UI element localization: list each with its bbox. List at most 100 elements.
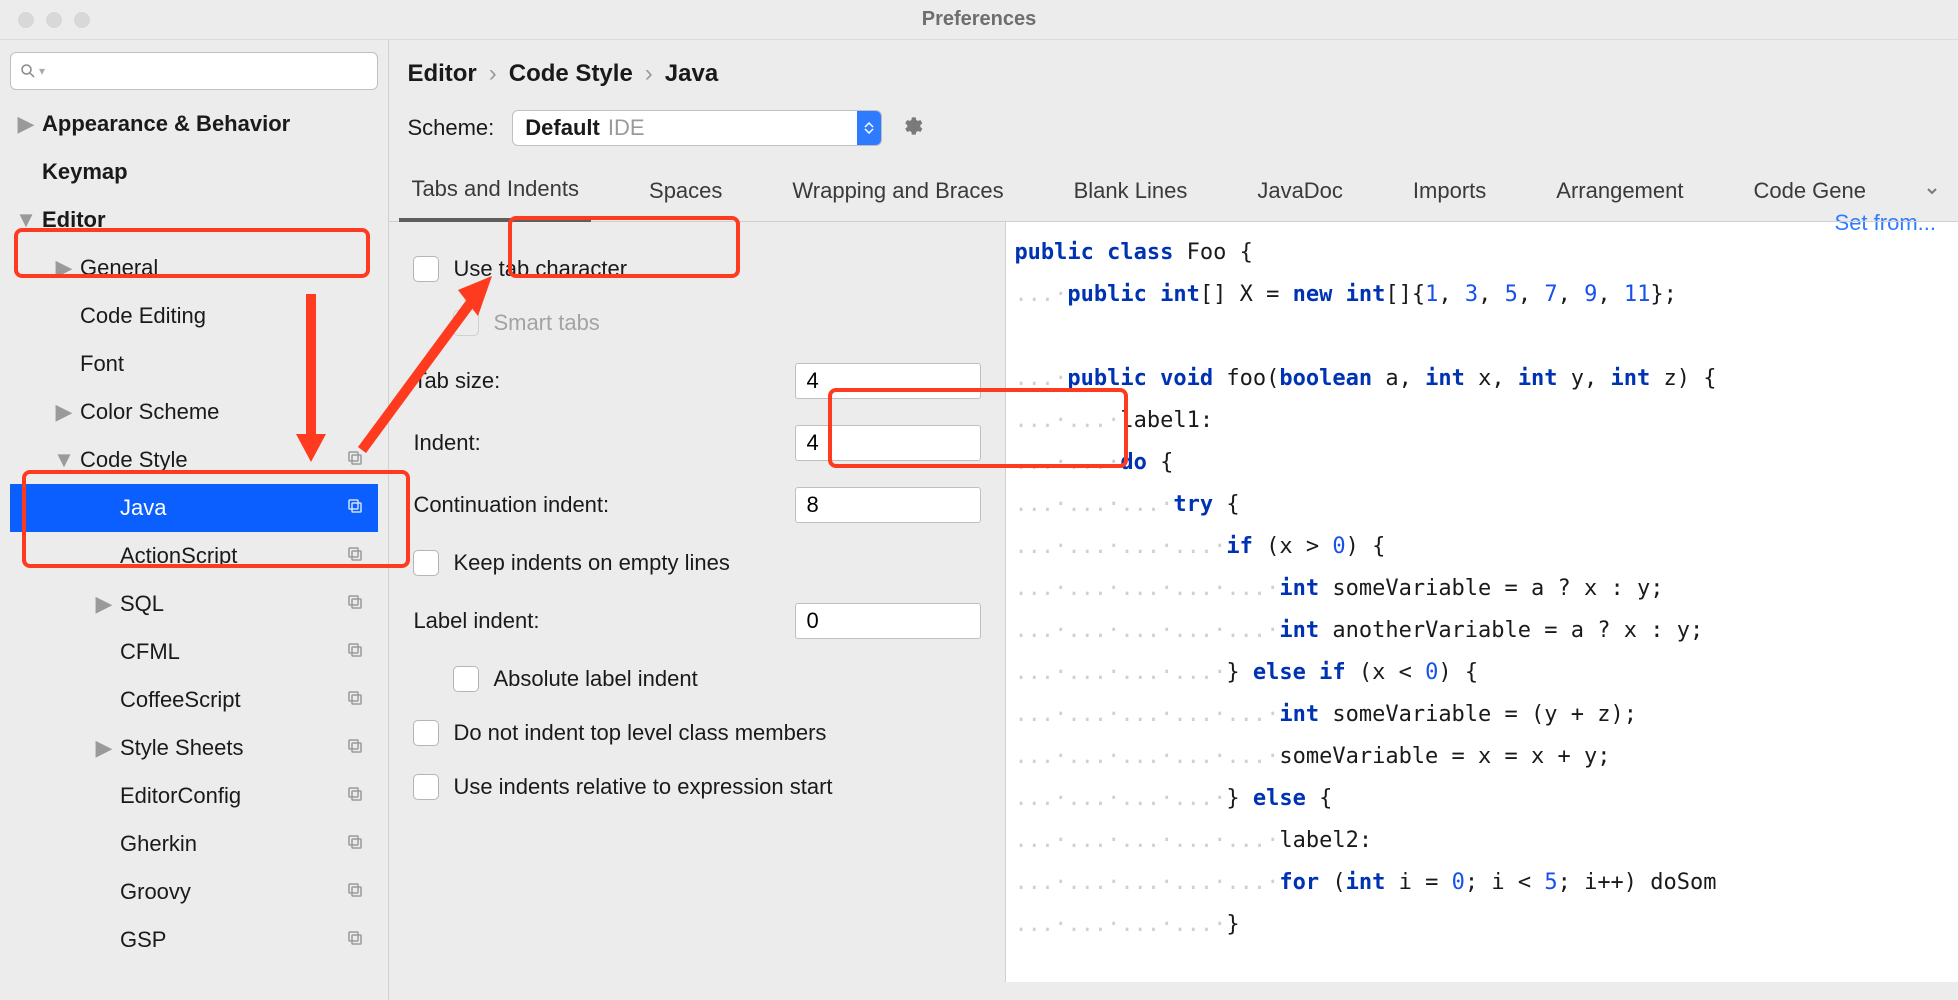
checkbox-label: Smart tabs (493, 310, 599, 336)
tab-javadoc[interactable]: JavaDoc (1245, 164, 1355, 220)
tabs-overflow-icon[interactable] (1924, 179, 1958, 205)
chevron-right-icon: › (489, 60, 497, 88)
zoom-icon[interactable] (74, 12, 90, 28)
copy-icon[interactable] (346, 447, 364, 473)
tab-wrapping-and-braces[interactable]: Wrapping and Braces (780, 164, 1015, 220)
tree-item-label: Appearance & Behavior (42, 111, 378, 137)
tree-item-keymap[interactable]: Keymap (10, 148, 378, 196)
tree-item-label: Code Style (80, 447, 378, 473)
search-dropdown-icon[interactable]: ▾ (39, 64, 45, 78)
tree-item-label: Code Editing (80, 303, 378, 329)
tree-item-sql[interactable]: ▶SQL (10, 580, 378, 628)
use-tab-character-checkbox[interactable]: Use tab character (413, 242, 981, 296)
tree-item-editorconfig[interactable]: EditorConfig (10, 772, 378, 820)
tab-imports[interactable]: Imports (1401, 164, 1498, 220)
gear-icon[interactable] (900, 114, 924, 143)
label-indent-input[interactable] (795, 603, 981, 639)
copy-icon[interactable] (346, 543, 364, 569)
window-controls[interactable] (0, 12, 90, 28)
scheme-label: Scheme: (407, 115, 494, 141)
copy-icon[interactable] (346, 879, 364, 905)
checkbox-icon[interactable] (413, 550, 439, 576)
tree-item-label: Groovy (120, 879, 378, 905)
window-title: Preferences (922, 8, 1037, 31)
tree-item-gsp[interactable]: GSP (10, 916, 378, 964)
tree-item-groovy[interactable]: Groovy (10, 868, 378, 916)
content-pane: Editor › Code Style › Java Scheme: Defau… (389, 40, 1958, 1000)
tree-item-cfml[interactable]: CFML (10, 628, 378, 676)
tree-item-font[interactable]: Font (10, 340, 378, 388)
tree-item-appearance-behavior[interactable]: ▶Appearance & Behavior (10, 100, 378, 148)
chevron-right-icon[interactable]: ▶ (54, 399, 74, 425)
tree-item-label: Java (120, 495, 378, 521)
tree-item-label: CoffeeScript (120, 687, 378, 713)
chevron-right-icon[interactable]: ▶ (94, 735, 114, 761)
tree-item-gherkin[interactable]: Gherkin (10, 820, 378, 868)
copy-icon[interactable] (346, 591, 364, 617)
indent-settings-form: Use tab character Smart tabs Tab size: I… (389, 222, 1005, 982)
breadcrumb-item[interactable]: Java (665, 60, 718, 88)
chevron-right-icon[interactable]: ▶ (54, 255, 74, 281)
tab-blank-lines[interactable]: Blank Lines (1062, 164, 1200, 220)
checkbox-icon[interactable] (413, 774, 439, 800)
tab-size-label: Tab size: (413, 368, 795, 394)
close-icon[interactable] (18, 12, 34, 28)
preferences-tree[interactable]: ▶Appearance & BehaviorKeymap▼Editor▶Gene… (10, 100, 378, 964)
absolute-label-indent-checkbox[interactable]: Absolute label indent (413, 652, 981, 706)
continuation-indent-input[interactable] (795, 487, 981, 523)
chevron-right-icon: › (645, 60, 653, 88)
checkbox-label: Keep indents on empty lines (453, 550, 729, 576)
relative-to-expression-checkbox[interactable]: Use indents relative to expression start (413, 760, 981, 814)
tree-item-color-scheme[interactable]: ▶Color Scheme (10, 388, 378, 436)
no-indent-top-level-checkbox[interactable]: Do not indent top level class members (413, 706, 981, 760)
tab-arrangement[interactable]: Arrangement (1544, 164, 1695, 220)
continuation-indent-label: Continuation indent: (413, 492, 795, 518)
tree-item-label: Editor (42, 207, 378, 233)
copy-icon[interactable] (346, 687, 364, 713)
tree-item-actionscript[interactable]: ActionScript (10, 532, 378, 580)
tab-spaces[interactable]: Spaces (637, 164, 734, 220)
code-preview: public class Foo { ...·public int[] X = … (1005, 222, 1958, 982)
tab-code-generation[interactable]: Code Gene (1741, 164, 1878, 220)
scheme-stepper-icon[interactable] (857, 111, 881, 145)
breadcrumb-item[interactable]: Code Style (509, 60, 633, 88)
checkbox-icon[interactable] (453, 666, 479, 692)
copy-icon[interactable] (346, 735, 364, 761)
tree-item-code-style[interactable]: ▼Code Style (10, 436, 378, 484)
search-input[interactable] (49, 61, 369, 82)
checkbox-icon[interactable] (413, 256, 439, 282)
tree-item-java[interactable]: Java (10, 484, 378, 532)
breadcrumb: Editor › Code Style › Java (389, 40, 1958, 102)
search-input-wrap[interactable]: ▾ (10, 52, 378, 90)
chevron-down-icon[interactable]: ▼ (54, 447, 74, 473)
tree-item-label: Gherkin (120, 831, 378, 857)
copy-icon[interactable] (346, 639, 364, 665)
checkbox-icon[interactable] (413, 720, 439, 746)
tab-size-input[interactable] (795, 363, 981, 399)
tree-item-code-editing[interactable]: Code Editing (10, 292, 378, 340)
tree-item-label: General (80, 255, 378, 281)
scheme-name: Default (525, 115, 600, 141)
keep-indents-checkbox[interactable]: Keep indents on empty lines (413, 536, 981, 590)
tree-item-coffeescript[interactable]: CoffeeScript (10, 676, 378, 724)
tree-item-label: GSP (120, 927, 378, 953)
checkbox-label: Absolute label indent (493, 666, 697, 692)
chevron-right-icon[interactable]: ▶ (16, 111, 36, 137)
scheme-selector[interactable]: Default IDE (512, 110, 882, 146)
tree-item-style-sheets[interactable]: ▶Style Sheets (10, 724, 378, 772)
chevron-right-icon[interactable]: ▶ (94, 591, 114, 617)
tree-item-label: Keymap (42, 159, 378, 185)
titlebar: Preferences (0, 0, 1958, 40)
copy-icon[interactable] (346, 831, 364, 857)
chevron-down-icon[interactable]: ▼ (16, 207, 36, 233)
minimize-icon[interactable] (46, 12, 62, 28)
tree-item-label: ActionScript (120, 543, 378, 569)
tree-item-editor[interactable]: ▼Editor (10, 196, 378, 244)
copy-icon[interactable] (346, 783, 364, 809)
tree-item-general[interactable]: ▶General (10, 244, 378, 292)
copy-icon[interactable] (346, 495, 364, 521)
copy-icon[interactable] (346, 927, 364, 953)
breadcrumb-item[interactable]: Editor (407, 60, 476, 88)
indent-input[interactable] (795, 425, 981, 461)
tab-tabs-and-indents[interactable]: Tabs and Indents (399, 162, 591, 222)
